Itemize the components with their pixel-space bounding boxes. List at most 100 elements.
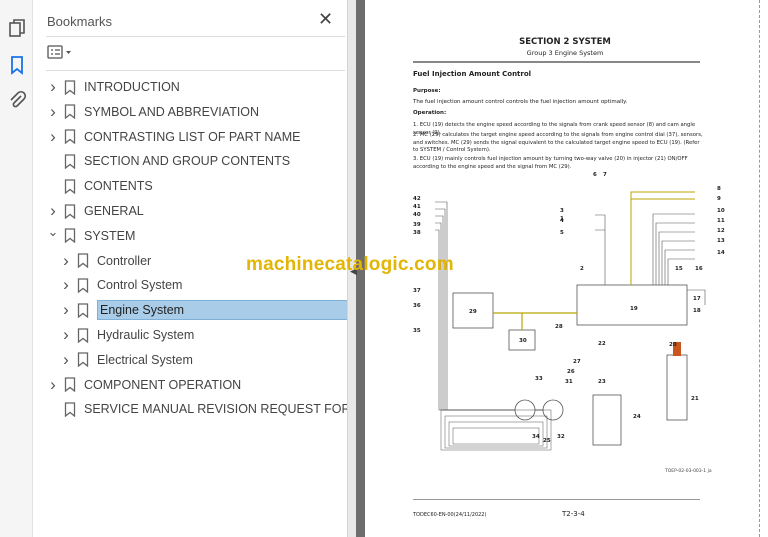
bookmark-icon[interactable]	[7, 55, 27, 75]
bookmark-icon	[77, 352, 89, 368]
bookmark-icon	[64, 79, 76, 95]
ecu-box	[576, 284, 688, 326]
diagram-label: 8	[717, 186, 721, 192]
injector	[666, 354, 688, 421]
diagram-label: 15	[675, 266, 683, 272]
panel-title: Bookmarks	[47, 14, 113, 29]
chevron-right-icon[interactable]: ›	[60, 300, 72, 320]
bookmark-label: COMPONENT OPERATION	[84, 377, 242, 392]
chevron-right-icon[interactable]: ›	[60, 350, 72, 370]
bookmark-icon	[64, 203, 76, 219]
page-number: T2-3-4	[562, 510, 585, 518]
wire	[661, 240, 695, 285]
diagram-label: 40	[413, 212, 421, 218]
diagram-label: 22	[598, 341, 606, 347]
bookmark-label: SERVICE MANUAL REVISION REQUEST FORM	[84, 402, 361, 417]
diagram-label: 5	[560, 230, 564, 236]
diagram-label: 13	[717, 238, 725, 244]
bookmark-item[interactable]: CONTENTS	[47, 175, 153, 197]
wire	[667, 258, 695, 285]
bookmark-icon	[77, 327, 89, 343]
diagram-label: 12	[717, 228, 725, 234]
diagram-label: 7	[603, 172, 607, 178]
bookmark-label: Control System	[97, 278, 183, 293]
diagram-label: 23	[598, 379, 606, 385]
bookmark-icon	[77, 303, 89, 318]
fuel-line	[452, 427, 540, 445]
diagram-label: 19	[630, 306, 638, 312]
close-panel-button[interactable]: ✕	[318, 9, 333, 30]
diagram-label: 32	[557, 434, 565, 440]
bookmark-item[interactable]: › Electrical System	[60, 349, 193, 371]
diagram-label: 18	[693, 308, 701, 314]
diagram-label: 29	[469, 309, 477, 315]
diagram-label: 41	[413, 204, 421, 210]
bookmark-item[interactable]: › Controller	[60, 250, 151, 272]
chevron-right-icon[interactable]: ›	[60, 251, 72, 271]
bookmark-item[interactable]: ⌄ SYSTEM	[47, 224, 135, 247]
diagram-label: 20	[669, 342, 677, 348]
wire	[595, 214, 606, 285]
diagram-label: 24	[633, 414, 641, 420]
diagram-label: 36	[413, 303, 421, 309]
wire	[658, 231, 695, 285]
diagram-label: 10	[717, 208, 725, 214]
bookmark-item[interactable]: SERVICE MANUAL REVISION REQUEST FORM	[47, 398, 361, 420]
diagram-label: 3	[560, 208, 564, 214]
bookmark-item[interactable]: › CONTRASTING LIST OF PART NAME	[47, 126, 300, 148]
bookmark-label: GENERAL	[84, 204, 144, 218]
diagram-label: 30	[519, 338, 527, 344]
diagram-label: 35	[413, 328, 421, 334]
engine-system-diagram: 123456 789101112131415 1617181920212223242…	[413, 172, 725, 451]
footer-doc-code: TODEC60-EN-00(24/11/2022)	[413, 512, 487, 518]
chevron-down-icon[interactable]: ⌄	[47, 224, 59, 240]
purpose-text: The fuel injection amount control contro…	[413, 99, 628, 105]
chevron-right-icon[interactable]: ›	[60, 275, 72, 295]
bookmark-item[interactable]: › Engine System	[60, 299, 349, 321]
operation-step: 3. ECU (19) mainly controls fuel injecti…	[413, 156, 688, 170]
bookmark-item[interactable]: › INTRODUCTION	[47, 76, 180, 98]
pages-icon[interactable]	[7, 18, 27, 38]
bookmark-item[interactable]: › Control System	[60, 274, 182, 296]
chevron-right-icon[interactable]: ›	[47, 127, 59, 147]
bookmark-icon	[77, 253, 89, 269]
header-rule	[413, 61, 700, 63]
bookmark-item[interactable]: › Hydraulic System	[60, 324, 194, 346]
bookmark-item[interactable]: › SYMBOL AND ABBREVIATION	[47, 101, 259, 123]
bookmark-label: Controller	[97, 253, 152, 268]
bookmark-label: Engine System	[97, 300, 349, 321]
bookmark-item[interactable]: › COMPONENT OPERATION	[47, 374, 241, 396]
divider	[46, 36, 345, 37]
diagram-label: 28	[555, 324, 563, 330]
watermark: machinecatalogic.com	[246, 254, 454, 275]
bookmark-icon	[64, 104, 76, 120]
bookmark-icon	[77, 278, 89, 293]
divider	[46, 70, 345, 71]
chevron-right-icon[interactable]: ›	[47, 102, 59, 122]
chevron-right-icon[interactable]: ›	[47, 375, 59, 395]
sensor-wire	[630, 198, 695, 285]
bookmark-item[interactable]: SECTION AND GROUP CONTENTS	[47, 150, 290, 172]
diagram-label: 34	[532, 434, 540, 440]
diagram-label: 39	[413, 222, 421, 228]
bookmark-icon	[64, 129, 76, 145]
bookmark-icon	[64, 154, 76, 169]
diagram-label: 38	[413, 230, 421, 236]
chevron-right-icon[interactable]: ›	[60, 325, 72, 345]
diagram-label: 11	[717, 218, 725, 224]
bookmark-options-button[interactable]	[46, 43, 76, 63]
diagram-label: 21	[691, 396, 699, 402]
diagram-label: 14	[717, 250, 725, 256]
chevron-right-icon[interactable]: ›	[47, 201, 59, 221]
diagram-label: 9	[717, 196, 721, 202]
chevron-right-icon[interactable]: ›	[47, 77, 59, 97]
bookmark-icon	[64, 179, 76, 194]
diagram-label: 26	[567, 369, 575, 375]
section-title: SECTION 2 SYSTEM	[519, 37, 611, 47]
bookmark-label: Electrical System	[97, 352, 193, 367]
bookmark-icon	[64, 402, 76, 417]
attachment-icon[interactable]	[7, 90, 27, 110]
sensor-wire	[630, 191, 695, 285]
figure-id: TOEP-02-03-003-1 ja	[665, 469, 712, 474]
bookmark-item[interactable]: › GENERAL	[47, 200, 144, 222]
